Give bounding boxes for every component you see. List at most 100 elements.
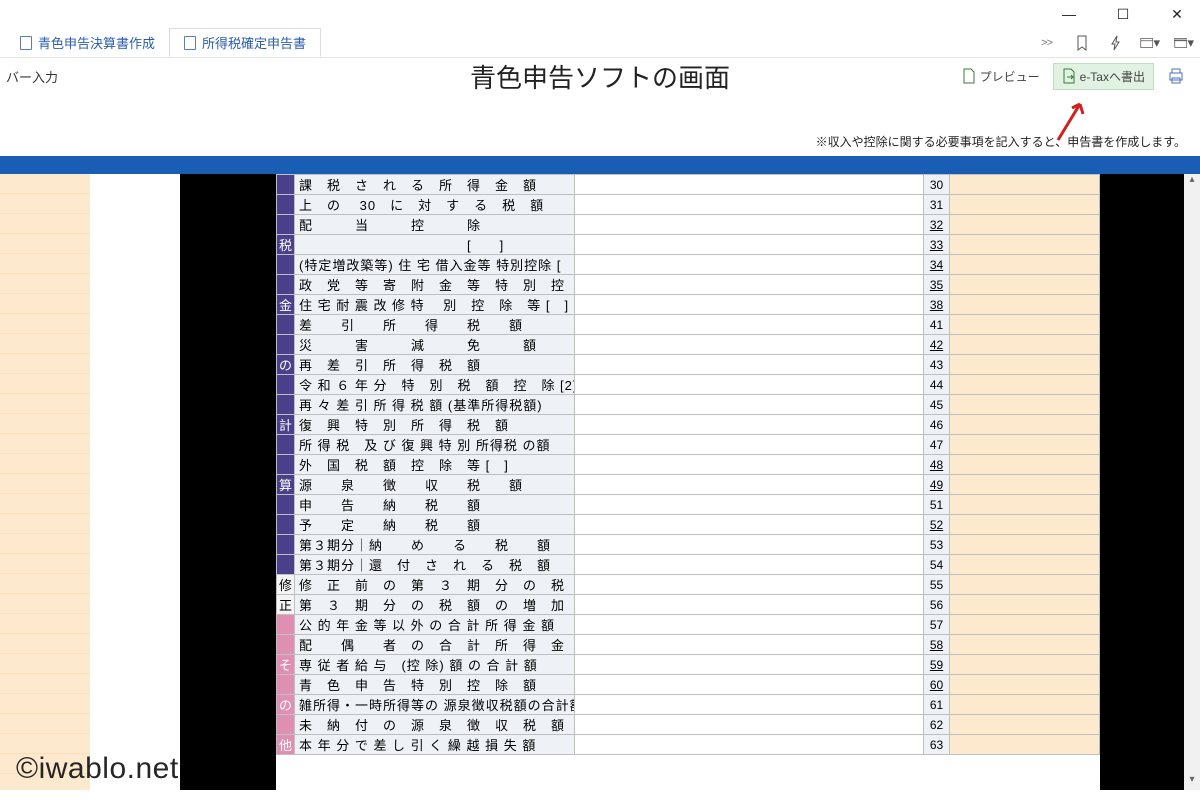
row-number: 44 [924, 375, 950, 395]
value-cell[interactable] [575, 475, 924, 495]
row-label: 配 当 控 除 [295, 215, 575, 235]
print-button[interactable] [1158, 62, 1194, 90]
etax-export-button[interactable]: e-Taxへ書出 [1053, 63, 1154, 90]
row-number: 62 [924, 715, 950, 735]
row-number: 60 [924, 675, 950, 695]
value-cell[interactable] [575, 535, 924, 555]
value-cell[interactable] [575, 715, 924, 735]
archive-icon[interactable]: ▾ [1174, 33, 1194, 53]
row-number: 46 [924, 415, 950, 435]
row-number: 51 [924, 495, 950, 515]
value-cell[interactable] [575, 455, 924, 475]
preview-button[interactable]: プレビュー [953, 63, 1049, 90]
value-cell[interactable] [575, 275, 924, 295]
table-row: 他本 年 分 で 差 し 引 く 繰 越 損 失 額63 [277, 735, 1100, 755]
row-label: 令 和 ６ 年 分 特 別 税 額 控 除 [2] [295, 375, 575, 395]
tab-shotokuzei[interactable]: 所得税確定申告書 [169, 28, 321, 57]
value-cell[interactable] [575, 395, 924, 415]
table-row: 配 偶 者 の 合 計 所 得 金 額58 [277, 635, 1100, 655]
window-titlebar: — ☐ ✕ [0, 0, 1200, 28]
row-number: 38 [924, 295, 950, 315]
value-cell[interactable] [575, 215, 924, 235]
extra-cell [950, 175, 1100, 195]
vertical-scrollbar[interactable]: ▴ ▾ [1184, 174, 1200, 790]
extra-cell [950, 555, 1100, 575]
category-cell [277, 375, 295, 395]
scroll-down-icon[interactable]: ▾ [1184, 774, 1200, 790]
right-black-margin [1100, 174, 1184, 790]
window-minimize-button[interactable]: — [1054, 6, 1084, 22]
table-row: 災 害 減 免 額42 [277, 335, 1100, 355]
row-label: 差 引 所 得 税 額 [295, 315, 575, 335]
value-cell[interactable] [575, 555, 924, 575]
category-cell: 他 [277, 735, 295, 755]
tab-kessansho[interactable]: 青色申告決算書作成 [6, 29, 169, 56]
extra-cell [950, 315, 1100, 335]
row-label: 外 国 税 額 控 除 等 [ ] [295, 455, 575, 475]
window-close-button[interactable]: ✕ [1162, 6, 1192, 23]
lightning-icon[interactable] [1106, 33, 1126, 53]
toolbar-row: バー入力 青色申告ソフトの画面 プレビュー e-Taxへ書出 [0, 58, 1200, 94]
extra-cell [950, 435, 1100, 455]
export-icon [1062, 68, 1076, 84]
overflow-icon[interactable]: >> [1041, 37, 1052, 49]
tab-label: 所得税確定申告書 [202, 33, 306, 52]
table-row: 上 の 30 に 対 す る 税 額31 [277, 195, 1100, 215]
value-cell[interactable] [575, 415, 924, 435]
extra-cell [950, 275, 1100, 295]
value-cell[interactable] [575, 515, 924, 535]
document-icon [20, 36, 32, 50]
value-cell[interactable] [575, 495, 924, 515]
window-maximize-button[interactable]: ☐ [1108, 6, 1138, 23]
value-cell[interactable] [575, 655, 924, 675]
row-number: 43 [924, 355, 950, 375]
row-label: 公 的 年 金 等 以 外 の 合 計 所 得 金 額 [295, 615, 575, 635]
main-content: 課 税 さ れ る 所 得 金 額30上 の 30 に 対 す る 税 額31配… [0, 174, 1200, 790]
value-cell[interactable] [575, 575, 924, 595]
value-cell[interactable] [575, 615, 924, 635]
hint-area: ※収入や控除に関する必要事項を記入すると、申告書を作成します。 [0, 94, 1200, 156]
table-row: の再 差 引 所 得 税 額43 [277, 355, 1100, 375]
value-cell[interactable] [575, 195, 924, 215]
left-black-margin [180, 174, 276, 790]
table-row: 配 当 控 除32 [277, 215, 1100, 235]
value-cell[interactable] [575, 675, 924, 695]
table-row: 算源 泉 徴 収 税 額49 [277, 475, 1100, 495]
category-cell [277, 515, 295, 535]
bookmark-icon[interactable] [1072, 33, 1092, 53]
category-cell [277, 435, 295, 455]
value-cell[interactable] [575, 695, 924, 715]
table-row: 政 党 等 寄 附 金 等 特 別 控 除35 [277, 275, 1100, 295]
preview-label: プレビュー [980, 68, 1040, 85]
category-cell [277, 675, 295, 695]
row-label: 政 党 等 寄 附 金 等 特 別 控 除 [295, 275, 575, 295]
value-cell[interactable] [575, 295, 924, 315]
value-cell[interactable] [575, 375, 924, 395]
row-number: 34 [924, 255, 950, 275]
row-number: 42 [924, 335, 950, 355]
window-icon[interactable]: ▾ [1140, 33, 1160, 53]
table-row: そ専 従 者 給 与 (控 除) 額 の 合 計 額59 [277, 655, 1100, 675]
value-cell[interactable] [575, 235, 924, 255]
scroll-up-icon[interactable]: ▴ [1184, 174, 1200, 190]
hint-text: ※収入や控除に関する必要事項を記入すると、申告書を作成します。 [816, 133, 1186, 150]
row-label: 所 得 税 及 び 復 興 特 別 所得税 の額 [295, 435, 575, 455]
value-cell[interactable] [575, 435, 924, 455]
ribbon-icons: >> ▾ ▾ [1041, 33, 1194, 53]
value-cell[interactable] [575, 255, 924, 275]
value-cell[interactable] [575, 595, 924, 615]
category-cell [277, 715, 295, 735]
value-cell[interactable] [575, 355, 924, 375]
table-row: 予 定 納 税 額52 [277, 515, 1100, 535]
value-cell[interactable] [575, 315, 924, 335]
value-cell[interactable] [575, 635, 924, 655]
extra-cell [950, 735, 1100, 755]
row-number: 63 [924, 735, 950, 755]
value-cell[interactable] [575, 735, 924, 755]
value-cell[interactable] [575, 335, 924, 355]
value-cell[interactable] [575, 175, 924, 195]
row-number: 52 [924, 515, 950, 535]
extra-cell [950, 415, 1100, 435]
table-row: (特定増改築等) 住 宅 借入金等 特別控除 [ ][ ]34 [277, 255, 1100, 275]
category-cell: 修 [277, 575, 295, 595]
